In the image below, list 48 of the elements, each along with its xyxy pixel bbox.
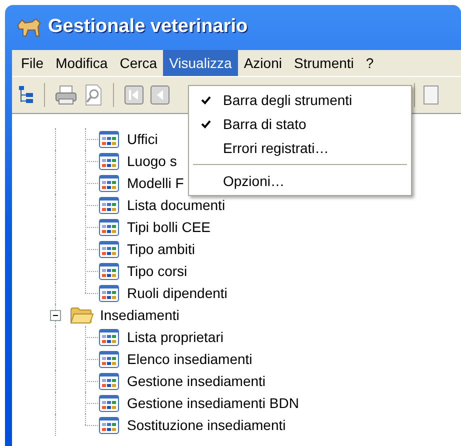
tree-folder[interactable]: Insediamenti [100, 304, 180, 326]
menu-option[interactable]: Opzioni… [223, 170, 284, 192]
table-icon [99, 262, 119, 280]
table-icon [99, 416, 119, 434]
menu-item[interactable]: Visualizza [163, 50, 238, 76]
menu-option[interactable]: Errori registrati… [223, 138, 329, 158]
animal-logo-icon [16, 16, 42, 38]
folder-icon [70, 306, 94, 324]
tree-item[interactable]: Tipo corsi [127, 260, 188, 282]
menu-item[interactable]: Modifica [50, 50, 114, 76]
table-icon [99, 130, 119, 148]
menu-item[interactable]: File [15, 50, 50, 76]
table-icon [99, 152, 119, 170]
menu-option[interactable]: Barra di stato [223, 114, 306, 134]
menu-option[interactable]: Barra degli strumenti [223, 90, 352, 110]
table-icon [99, 328, 119, 346]
tree-view-icon[interactable] [18, 85, 34, 105]
tree-item[interactable]: Sostituzione insediamenti [127, 414, 286, 436]
tree-item[interactable]: Tipi bolli CEE [127, 216, 211, 238]
tree-item[interactable]: Ruoli dipendenti [127, 282, 228, 304]
table-icon [99, 284, 119, 302]
printer-icon[interactable] [55, 85, 77, 105]
tree-item[interactable]: Gestione insediamenti BDN [127, 392, 299, 414]
document-icon[interactable] [423, 85, 439, 105]
tree-item[interactable]: Uffici [127, 128, 158, 150]
tree-item[interactable]: Elenco insediamenti [127, 348, 252, 370]
first-record-icon[interactable] [124, 85, 144, 105]
menu-item[interactable]: Azioni [238, 50, 288, 76]
table-icon [99, 394, 119, 412]
print-preview-icon[interactable] [83, 84, 103, 106]
table-icon [99, 350, 119, 368]
tree-item[interactable]: Lista documenti [127, 194, 226, 216]
menu-item[interactable]: Strumenti [288, 50, 360, 76]
tree-item[interactable]: Tipo ambiti [127, 238, 195, 260]
tree-item[interactable]: Gestione insediamenti [127, 370, 266, 392]
table-icon [99, 196, 119, 214]
table-icon [99, 174, 119, 192]
tree-item[interactable]: Modelli F [127, 172, 184, 194]
table-icon [99, 372, 119, 390]
table-icon [99, 218, 119, 236]
table-icon [99, 240, 119, 258]
previous-record-icon[interactable] [150, 85, 170, 105]
menu-item[interactable]: ? [360, 50, 380, 76]
tree-item[interactable]: Lista proprietari [127, 326, 224, 348]
tree-item[interactable]: Luogo s [127, 150, 177, 172]
collapse-toggle[interactable] [50, 310, 61, 320]
window-title: Gestionale veterinario [48, 15, 248, 40]
menu-item[interactable]: Cerca [114, 50, 164, 76]
